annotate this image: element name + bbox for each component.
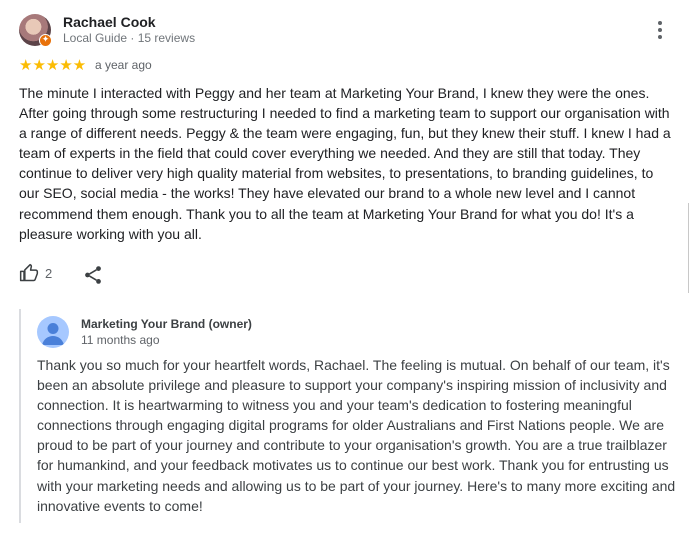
more-vert-icon: [658, 35, 662, 39]
local-guide-badge-icon: ✦: [39, 34, 52, 47]
default-person-avatar-icon: [42, 323, 64, 345]
owner-name: Marketing Your Brand (owner): [81, 317, 252, 331]
more-vert-icon: [658, 21, 662, 25]
review-date: a year ago: [95, 58, 152, 72]
share-icon: [85, 266, 101, 284]
owner-reply-date: 11 months ago: [81, 333, 160, 347]
reviewer-meta: Local Guide · 15 reviews: [63, 31, 196, 45]
owner-reply-text: Thank you so much for your heartfelt wor…: [37, 357, 676, 514]
star-rating: ★★★★★: [19, 56, 87, 74]
reviewer-name[interactable]: Rachael Cook: [63, 14, 156, 30]
more-options-button[interactable]: [648, 18, 672, 42]
more-vert-icon: [658, 28, 662, 32]
owner-avatar: [37, 316, 69, 348]
share-button[interactable]: [82, 264, 104, 286]
thumb-up-icon: [19, 263, 39, 282]
review-text: The minute I interacted with Peggy and h…: [19, 85, 671, 242]
like-button[interactable]: 2: [19, 263, 52, 283]
owner-reply: Marketing Your Brand (owner) 11 months a…: [19, 309, 681, 523]
like-count: 2: [45, 265, 53, 281]
